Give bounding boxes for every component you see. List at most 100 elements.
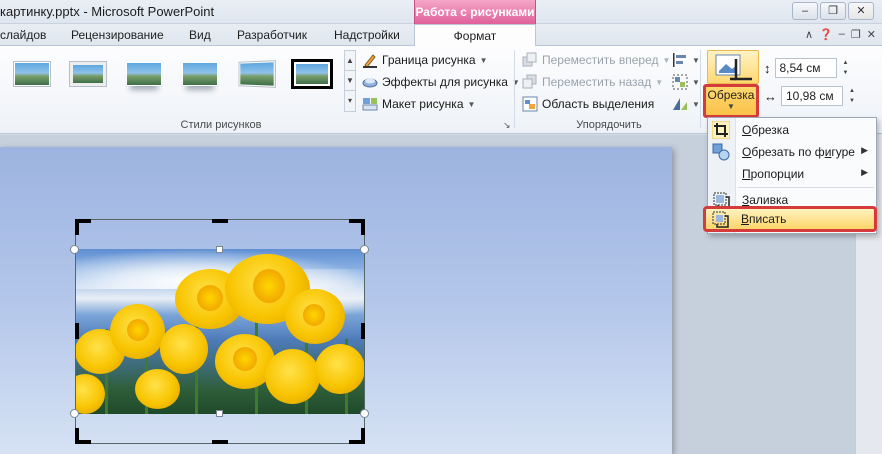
gallery-down-icon[interactable]: ▼ — [345, 71, 355, 91]
bring-forward-button[interactable]: Переместить вперед ▼ — [522, 50, 670, 70]
picture-border-label: Граница рисунка — [382, 53, 476, 67]
tab-slides[interactable]: слайдов — [0, 28, 46, 42]
doc-minimize-icon[interactable]: – — [839, 28, 845, 41]
send-backward-icon — [522, 74, 538, 90]
tab-developer[interactable]: Разработчик — [237, 28, 307, 42]
group-button[interactable]: ▼ — [672, 72, 700, 92]
resize-handle-top-left[interactable] — [70, 245, 79, 254]
chevron-down-icon: ▼ — [467, 99, 476, 109]
menu-item-fit[interactable]: Вписать — [703, 206, 877, 232]
ribbon-tabs: слайдов Рецензирование Вид Разработчик Н… — [0, 24, 882, 47]
send-backward-label: Переместить назад — [542, 75, 652, 89]
menu-item-label: Вписать — [741, 212, 787, 226]
crop-handle-bottom[interactable] — [212, 440, 228, 444]
chevron-down-icon: ▼ — [692, 77, 700, 87]
smartart-layout-icon — [362, 96, 378, 112]
help-icon[interactable]: ❓ — [819, 28, 833, 41]
bring-forward-label: Переместить вперед — [542, 53, 659, 67]
picture-style-6[interactable] — [290, 58, 334, 92]
styles-gallery-scroll[interactable]: ▲ ▼ ▾ — [344, 50, 356, 112]
picture-layout-label: Макет рисунка — [382, 97, 464, 111]
restore-button[interactable]: ❐ — [820, 2, 846, 20]
picture-border-button[interactable]: Граница рисунка ▼ — [362, 50, 488, 70]
resize-handle-bottom-left[interactable] — [70, 409, 79, 418]
menu-item-crop[interactable]: Обрезка — [708, 119, 876, 141]
crop-handle-right[interactable] — [361, 323, 365, 339]
menu-item-label: Пропорции — [742, 167, 805, 181]
chevron-down-icon: ▼ — [727, 102, 735, 111]
chevron-down-icon: ▼ — [655, 77, 664, 87]
align-button[interactable]: ▼ — [672, 50, 700, 70]
chevron-down-icon: ▼ — [692, 99, 700, 109]
pen-icon — [362, 52, 378, 68]
menu-item-aspect-ratio[interactable]: Пропорции ▶ — [708, 163, 876, 185]
align-icon — [672, 52, 688, 68]
selection-pane-label: Область выделения — [542, 97, 655, 111]
close-button[interactable]: ✕ — [848, 2, 874, 20]
send-backward-button[interactable]: Переместить назад ▼ — [522, 72, 663, 92]
picture-style-1[interactable] — [10, 58, 54, 92]
picture-layout-button[interactable]: Макет рисунка ▼ — [362, 94, 475, 114]
picture-style-4[interactable] — [178, 58, 222, 92]
effects-icon — [362, 74, 378, 90]
menu-item-crop-to-shape[interactable]: Обрезать по фигуре ▶ — [708, 141, 876, 163]
ribbon-right-controls: ∧ ❓ – ❐ ✕ — [805, 28, 876, 41]
minimize-button[interactable]: – — [792, 2, 818, 20]
width-spinner[interactable]: ▲ ▼ — [847, 86, 857, 106]
fit-icon — [711, 210, 729, 228]
picture-effects-button[interactable]: Эффекты для рисунка ▼ — [362, 72, 520, 92]
crop-handle-left[interactable] — [75, 323, 79, 339]
tab-review[interactable]: Рецензирование — [71, 28, 164, 42]
tab-format[interactable]: Формат — [414, 24, 536, 47]
shapes-icon — [712, 143, 730, 161]
chevron-down-icon: ▼ — [692, 55, 700, 65]
crop-icon — [715, 54, 752, 81]
height-input[interactable]: 8,54 см — [774, 58, 837, 78]
menu-item-label: Обрезка — [742, 123, 789, 137]
minimize-ribbon-icon[interactable]: ∧ — [805, 28, 813, 41]
rotate-button[interactable]: ▼ — [672, 94, 700, 114]
resize-handle-top-right[interactable] — [360, 245, 369, 254]
menu-separator — [738, 187, 874, 188]
picture-style-3[interactable] — [122, 58, 166, 92]
picture-style-5[interactable] — [234, 58, 278, 92]
title-bar: картинку.pptx - Microsoft PowerPoint Раб… — [0, 0, 882, 24]
tab-view[interactable]: Вид — [189, 28, 211, 42]
width-icon: ↔ — [764, 88, 777, 104]
resize-handle-top[interactable] — [216, 246, 223, 253]
resize-handle-bottom[interactable] — [216, 410, 223, 417]
selection-pane-icon — [522, 96, 538, 112]
window-controls: – ❐ ✕ — [792, 2, 874, 20]
resize-handle-bottom-right[interactable] — [360, 409, 369, 418]
gallery-more-icon[interactable]: ▾ — [345, 91, 355, 111]
crop-handle-bottom-left[interactable] — [75, 428, 91, 444]
crop-handle-top-right[interactable] — [349, 219, 365, 235]
group-separator — [514, 50, 515, 128]
crop-dropdown-button[interactable]: Обрезка ▼ — [703, 84, 759, 118]
menu-item-label: Обрезать по фигуре — [742, 145, 855, 159]
crop-handle-top[interactable] — [212, 219, 228, 223]
height-control: ↕ 8,54 см ▲ ▼ — [764, 58, 851, 78]
submenu-arrow-icon: ▶ — [861, 167, 868, 177]
selection-pane-button[interactable]: Область выделения — [522, 94, 654, 114]
width-input[interactable]: 10,98 см — [781, 86, 843, 106]
chevron-down-icon: ▼ — [479, 55, 488, 65]
crop-label: Обрезка — [707, 88, 755, 102]
crop-button-top[interactable] — [707, 50, 759, 84]
chevron-down-icon: ▼ — [662, 55, 671, 65]
picture-effects-label: Эффекты для рисунка — [382, 75, 508, 89]
width-control: ↔ 10,98 см ▲ ▼ — [764, 86, 857, 106]
group-icon — [672, 74, 688, 90]
dialog-launcher-icon[interactable]: ↘ — [503, 120, 511, 131]
picture-style-2[interactable] — [66, 58, 110, 92]
height-spinner[interactable]: ▲ ▼ — [841, 58, 851, 78]
rotate-icon — [672, 96, 688, 112]
crop-handle-top-left[interactable] — [75, 219, 91, 235]
doc-restore-icon[interactable]: ❐ — [851, 28, 861, 41]
gallery-up-icon[interactable]: ▲ — [345, 51, 355, 71]
crop-handle-bottom-right[interactable] — [349, 428, 365, 444]
doc-close-icon[interactable]: ✕ — [867, 28, 876, 41]
picture-tools-context-header: Работа с рисунками — [414, 0, 536, 24]
picture-styles-group-label: Стили рисунков — [180, 119, 262, 131]
tab-addins[interactable]: Надстройки — [334, 28, 400, 42]
